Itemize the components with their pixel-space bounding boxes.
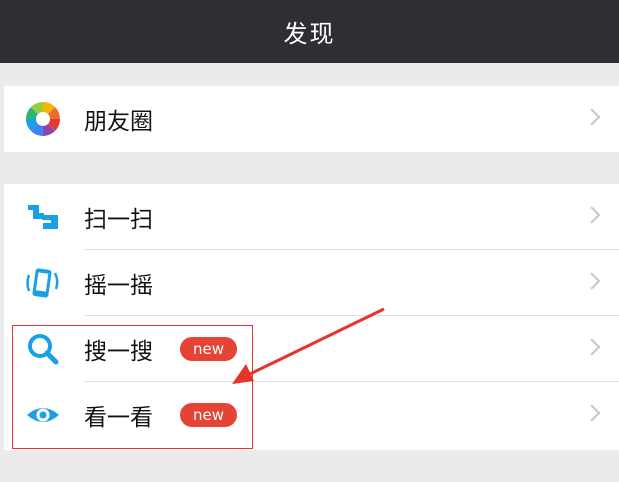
annotation-arrow-icon (232, 307, 385, 384)
